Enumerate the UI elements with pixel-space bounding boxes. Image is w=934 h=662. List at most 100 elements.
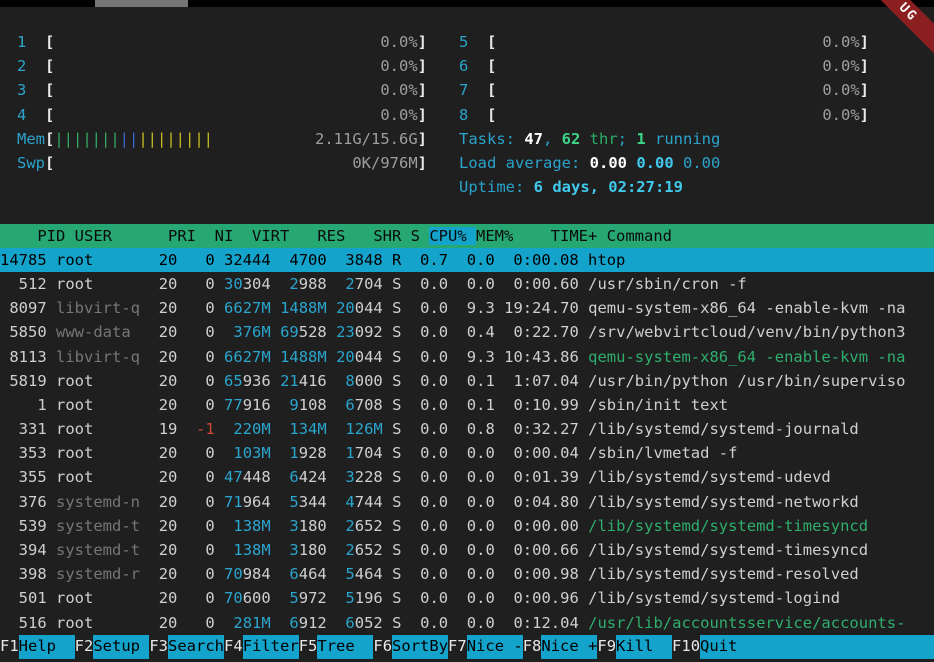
meter-open-bracket: [ <box>487 103 496 127</box>
column-user[interactable]: USER <box>75 227 168 245</box>
process-row-394[interactable]: 394 systemd-t 20 0 138M 3180 2652 S 0.0 … <box>0 538 934 562</box>
meter-open-bracket: [ <box>487 30 496 54</box>
cell-pid: 5819 <box>0 372 47 390</box>
column-s[interactable]: S <box>411 227 430 245</box>
fkey-tree[interactable]: F5Tree <box>299 635 374 659</box>
cell-pid: 331 <box>0 420 47 438</box>
cell-command: /lib/systemd/systemd-udevd <box>588 468 831 486</box>
cpu-meter-1: 1 [0.0%] <box>17 30 427 54</box>
column-virt[interactable]: VIRT <box>243 227 299 245</box>
process-row-8097[interactable]: 8097 libvirt-q 20 0 6627M 1488M 20044 S … <box>0 296 934 320</box>
fkey-nice-[interactable]: F8Nice + <box>523 635 598 659</box>
fkey-filter[interactable]: F4Filter <box>224 635 299 659</box>
column-ni[interactable]: NI <box>205 227 242 245</box>
cell-time: 0:01.39 <box>504 468 579 486</box>
cell-pid: 539 <box>0 517 47 535</box>
meter-close-bracket: ] <box>418 54 427 78</box>
cell-state: S <box>392 420 401 438</box>
cell-state: S <box>392 493 401 511</box>
cell-pid: 8113 <box>0 348 47 366</box>
cell-mem: 0.0 <box>457 275 494 293</box>
fkey-setup[interactable]: F2Setup <box>75 635 150 659</box>
meter-fill: ||||||||||||||||| <box>54 127 315 151</box>
cell-mem: 0.1 <box>457 396 494 414</box>
process-row-501[interactable]: 501 root 20 0 70600 5972 5196 S 0.0 0.0 … <box>0 586 934 610</box>
memory-meter-label: Mem <box>17 127 45 151</box>
cell-ni: 0 <box>187 541 215 559</box>
process-row-516[interactable]: 516 root 20 0 281M 6912 6052 S 0.0 0.0 0… <box>0 611 934 635</box>
process-row-539[interactable]: 539 systemd-t 20 0 138M 3180 2652 S 0.0 … <box>0 514 934 538</box>
process-row-1[interactable]: 1 root 20 0 77916 9108 6708 S 0.0 0.1 0:… <box>0 393 934 417</box>
fkey-nice-[interactable]: F7Nice - <box>448 635 523 659</box>
fkey-sortby[interactable]: F6SortBy <box>373 635 448 659</box>
fkey-kill[interactable]: F9Kill <box>597 635 672 659</box>
meters-right-column: 5 [0.0%]6 [0.0%]7 [0.0%]8 [0.0%]Tasks: 4… <box>459 30 869 199</box>
cell-command: htop <box>588 251 625 269</box>
cell-user: systemd-r <box>56 565 140 583</box>
memory-meter: Mem[|||||||||||||||||2.11G/15.6G] <box>17 127 427 151</box>
fkey-label: Help <box>19 635 75 659</box>
uptime-line: Uptime: 6 days, 02:27:19 <box>459 175 869 199</box>
cell-user: root <box>56 251 140 269</box>
cell-command: /lib/systemd/systemd-networkd <box>588 493 859 511</box>
cell-state: S <box>392 517 401 535</box>
cpu-meter-value: 0.0% <box>822 54 859 78</box>
cell-command: /lib/systemd/systemd-resolved <box>588 565 859 583</box>
cell-cpu: 0.0 <box>411 420 448 438</box>
cell-mem: 0.0 <box>457 251 494 269</box>
cpu-meter-label: 3 <box>17 78 45 102</box>
fkey-label: Nice + <box>541 635 597 659</box>
fkey-label: Search <box>168 635 224 659</box>
process-row-512[interactable]: 512 root 20 0 30304 2988 2704 S 0.0 0.0 … <box>0 272 934 296</box>
cell-time: 0:32.27 <box>504 420 579 438</box>
meter-fill <box>54 151 352 175</box>
cell-mem: 0.0 <box>457 517 494 535</box>
cell-state: S <box>392 444 401 462</box>
column-cpu[interactable]: CPU% <box>429 227 476 245</box>
column-mem[interactable]: MEM% <box>476 227 523 245</box>
cell-command: /usr/lib/accountsservice/accounts- <box>588 614 905 632</box>
cell-pid: 355 <box>0 468 47 486</box>
swap-meter-value: 0K/976M <box>352 151 417 175</box>
column-res[interactable]: RES <box>299 227 355 245</box>
process-row-8113[interactable]: 8113 libvirt-q 20 0 6627M 1488M 20044 S … <box>0 345 934 369</box>
fkey-help[interactable]: F1Help <box>0 635 75 659</box>
column-pid[interactable]: PID <box>19 227 75 245</box>
cell-state: S <box>392 589 401 607</box>
column-time[interactable]: TIME+ <box>523 227 607 245</box>
process-row-376[interactable]: 376 systemd-n 20 0 71964 5344 4744 S 0.0… <box>0 490 934 514</box>
cell-ni: 0 <box>187 372 215 390</box>
cell-user: systemd-t <box>56 517 140 535</box>
cpu-meter-label: 1 <box>17 30 45 54</box>
process-row-398[interactable]: 398 systemd-r 20 0 70984 6464 5464 S 0.0… <box>0 562 934 586</box>
cell-cpu: 0.7 <box>411 251 448 269</box>
cell-time: 19:24.70 <box>504 299 579 317</box>
fkey-label: Kill <box>616 635 672 659</box>
fkey-quit[interactable]: F10Quit <box>672 635 934 659</box>
process-row-5850[interactable]: 5850 www-data 20 0 376M 69528 23092 S 0.… <box>0 320 934 344</box>
process-row-331[interactable]: 331 root 19 -1 220M 134M 126M S 0.0 0.8 … <box>0 417 934 441</box>
meter-fill <box>496 103 822 127</box>
process-row-355[interactable]: 355 root 20 0 47448 6424 3228 S 0.0 0.0 … <box>0 465 934 489</box>
process-row-353[interactable]: 353 root 20 0 103M 1928 1704 S 0.0 0.0 0… <box>0 441 934 465</box>
window-tab[interactable] <box>95 0 188 7</box>
cell-command: /sbin/lvmetad -f <box>588 444 737 462</box>
function-key-bar: F1Help F2Setup F3SearchF4FilterF5Tree F6… <box>0 635 934 659</box>
cell-pid: 353 <box>0 444 47 462</box>
meter-close-bracket: ] <box>860 78 869 102</box>
cell-pid: 5850 <box>0 323 47 341</box>
cell-user: root <box>56 444 140 462</box>
process-row-14785[interactable]: 14785 root 20 0 32444 4700 3848 R 0.7 0.… <box>0 248 934 272</box>
tasks-line: Tasks: 47, 62 thr; 1 running <box>459 127 869 151</box>
column-shr[interactable]: SHR <box>355 227 411 245</box>
cell-time: 0:10.99 <box>504 396 579 414</box>
cell-pri: 20 <box>149 468 177 486</box>
process-row-5819[interactable]: 5819 root 20 0 65936 21416 8000 S 0.0 0.… <box>0 369 934 393</box>
meter-close-bracket: ] <box>860 103 869 127</box>
fkey-number: F5 <box>299 635 318 659</box>
cell-mem: 0.0 <box>457 565 494 583</box>
running-count: 1 <box>636 130 645 148</box>
column-command[interactable]: Command <box>607 227 672 245</box>
fkey-search[interactable]: F3Search <box>149 635 224 659</box>
column-pri[interactable]: PRI <box>168 227 205 245</box>
